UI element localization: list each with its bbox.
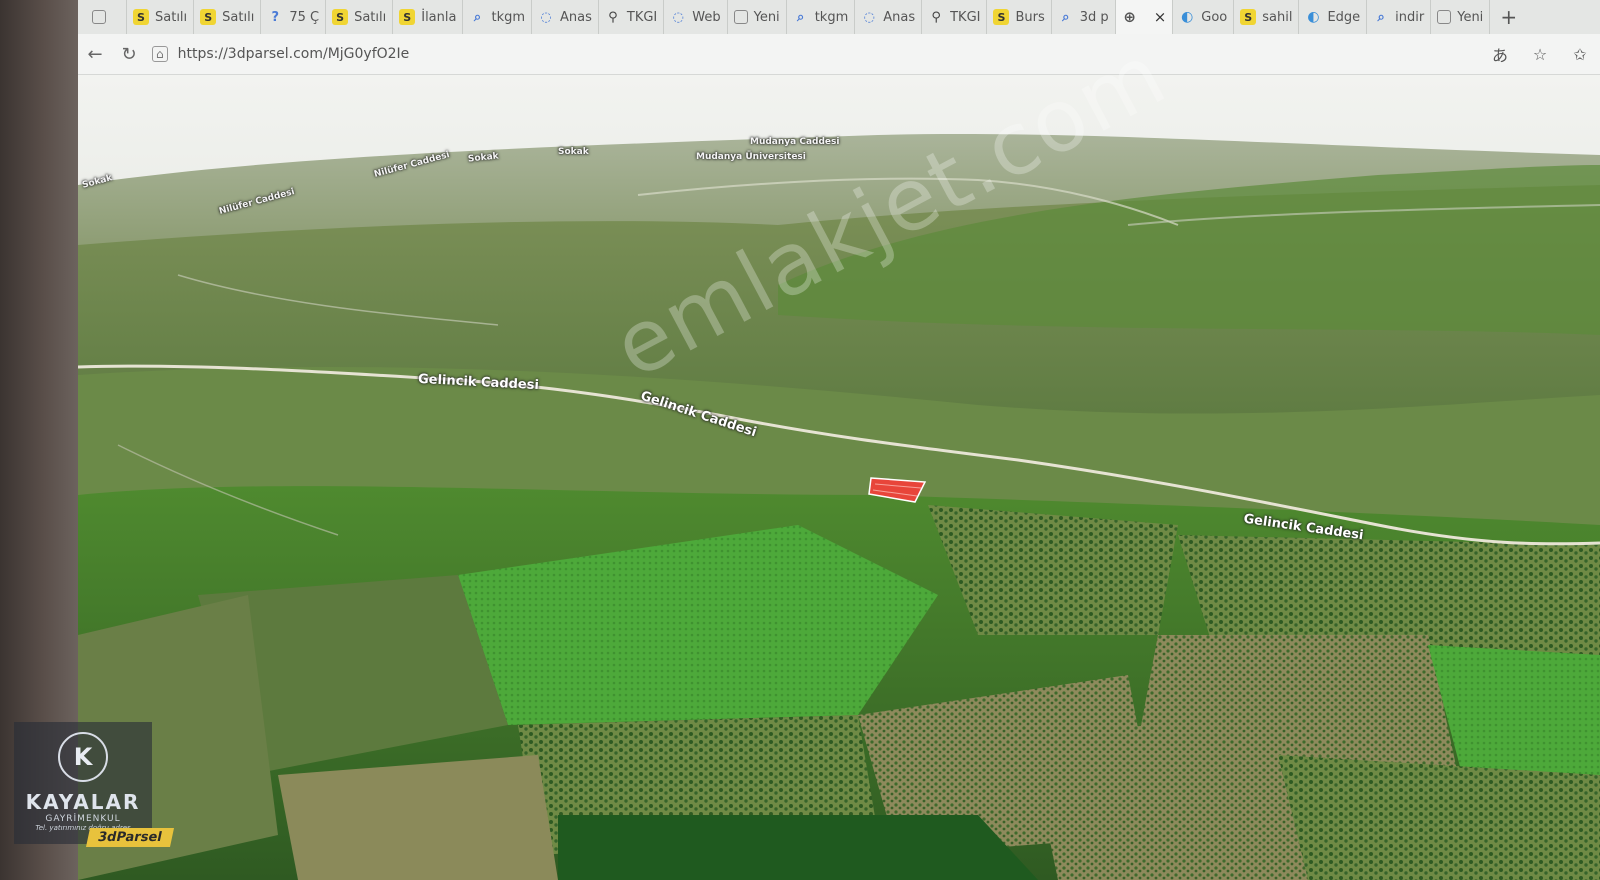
reload-icon[interactable]: ↻ xyxy=(112,44,146,65)
poi-label-mudanya-universitesi: Mudanya Üniversitesi xyxy=(696,152,806,162)
tab-indir[interactable]: ⌕ indir xyxy=(1367,0,1432,34)
favorites-list-icon[interactable]: ✩ xyxy=(1560,45,1600,64)
logo-sub: GAYRİMENKUL xyxy=(45,814,121,824)
tab-yeni-1[interactable]: Yeni xyxy=(728,0,787,34)
address-bar: ← ↻ ⌂ https://3dparsel.com/MjG0yfO2Ie あ … xyxy=(78,34,1600,75)
browser-window: S Satılı S Satılı ? 75 Ç S Satılı S İlanla ⌕ t… xyxy=(78,0,1600,880)
question-icon: ? xyxy=(271,9,280,25)
close-tab-icon[interactable]: × xyxy=(1154,8,1167,26)
s-icon: S xyxy=(200,9,217,25)
tab-label: Yeni xyxy=(1457,9,1484,25)
tab-satili-3[interactable]: S Satılı xyxy=(326,0,394,34)
tab-yeni-2[interactable]: Yeni xyxy=(1431,0,1491,34)
tab-tkgi-2[interactable]: ⚲ TKGI xyxy=(922,0,988,34)
tab-ilanla[interactable]: S İlanla xyxy=(393,0,464,34)
tab-label: İlanla xyxy=(421,9,457,25)
new-tab-button[interactable]: + xyxy=(1490,5,1527,29)
s-icon: S xyxy=(332,9,349,25)
tab-label: tkgm xyxy=(491,9,526,25)
s-icon: S xyxy=(133,9,149,25)
logo-brand: KAYALAR xyxy=(25,790,141,814)
3dparsel-badge: 3dParsel xyxy=(85,828,174,847)
tab-label: Satılı xyxy=(222,9,255,25)
tab-label: Anas xyxy=(560,9,592,25)
3d-map-view[interactable]: Gelincik Caddesi Gelincik Caddesi Gelinc… xyxy=(78,24,1600,880)
search-icon: ⌕ xyxy=(1377,9,1385,25)
tab-label: Yeni xyxy=(753,9,780,25)
s-icon: S xyxy=(993,9,1010,25)
tab-3dp[interactable]: ⌕ 3d p xyxy=(1052,0,1116,34)
tab-label: 75 Ç xyxy=(289,9,320,25)
loading-icon: ◌ xyxy=(863,9,875,25)
tab-goo[interactable]: ◐ Goo xyxy=(1173,0,1235,34)
search-icon: ⌕ xyxy=(473,9,482,25)
s-icon: S xyxy=(399,9,416,25)
pin-icon: ⚲ xyxy=(931,9,941,25)
tab-actions-icon[interactable] xyxy=(78,0,127,34)
tab-web[interactable]: ◌ Web xyxy=(664,0,728,34)
road-label-mudanya: Mudanya Caddesi xyxy=(750,137,840,147)
parcel-highlight[interactable] xyxy=(863,470,933,510)
favorite-star-icon[interactable]: ☆ xyxy=(1520,45,1560,64)
tab-label: Goo xyxy=(1201,9,1228,25)
tab-bar: S Satılı S Satılı ? 75 Ç S Satılı S İlanla ⌕ t… xyxy=(78,0,1600,35)
tab-anas-2[interactable]: ◌ Anas xyxy=(855,0,923,34)
tab-label: Burs xyxy=(1015,9,1045,25)
tab-burs[interactable]: S Burs xyxy=(987,0,1052,34)
back-arrow-icon[interactable]: ← xyxy=(78,44,112,65)
window-icon xyxy=(733,10,748,24)
pin-icon: ⚲ xyxy=(608,9,618,25)
logo-k-icon: K xyxy=(58,732,108,782)
tab-label: Anas xyxy=(883,9,916,25)
parcel-polygon[interactable] xyxy=(868,477,927,503)
tab-label: tkgm xyxy=(814,9,849,25)
window-icon xyxy=(1437,10,1452,24)
loading-icon: ◌ xyxy=(672,9,684,25)
s-icon: S xyxy=(1240,9,1257,25)
edge-icon: ◐ xyxy=(1307,9,1320,25)
url-text[interactable]: https://3dparsel.com/MjG0yfO2Ie xyxy=(178,46,410,62)
globe-icon: ⊕ xyxy=(1123,8,1136,26)
company-logo: K KAYALAR GAYRİMENKUL Tel. yatırımınız d… xyxy=(14,722,152,844)
edge-icon: ◐ xyxy=(1181,9,1194,25)
tab-label: sahil xyxy=(1262,9,1293,25)
tab-label: Satılı xyxy=(354,9,387,25)
tab-anas-1[interactable]: ◌ Anas xyxy=(532,0,599,34)
tab-label: Edge xyxy=(1327,9,1361,25)
tab-label: TKGI xyxy=(950,9,981,25)
road-label-sokak-2: Sokak xyxy=(558,147,589,157)
tab-satili-2[interactable]: S Satılı xyxy=(194,0,262,34)
tab-edge[interactable]: ◐ Edge xyxy=(1299,0,1368,34)
tab-tkgm-1[interactable]: ⌕ tkgm xyxy=(463,0,533,34)
tab-tkgi-1[interactable]: ⚲ TKGI xyxy=(599,0,665,34)
search-icon: ⌕ xyxy=(1062,9,1070,25)
translate-icon[interactable]: あ xyxy=(1480,42,1520,66)
tab-sahil[interactable]: Ssahil xyxy=(1234,0,1300,34)
tab-label: Satılı xyxy=(155,9,188,25)
url-field[interactable]: ⌂ https://3dparsel.com/MjG0yfO2Ie xyxy=(152,41,1470,67)
tab-75c[interactable]: ? 75 Ç xyxy=(261,0,327,34)
tab-label: TKGI xyxy=(626,9,658,25)
tab-label: Web xyxy=(692,9,721,25)
tab-tkgm-2[interactable]: ⌕ tkgm xyxy=(787,0,856,34)
search-icon: ⌕ xyxy=(797,9,805,25)
tab-satili-1[interactable]: S Satılı xyxy=(127,0,195,34)
lock-icon: ⌂ xyxy=(152,46,168,62)
tab-label: indir xyxy=(1395,9,1425,25)
tab-label: 3d p xyxy=(1079,9,1109,25)
window-icon xyxy=(92,10,106,24)
loading-icon: ◌ xyxy=(540,9,552,25)
